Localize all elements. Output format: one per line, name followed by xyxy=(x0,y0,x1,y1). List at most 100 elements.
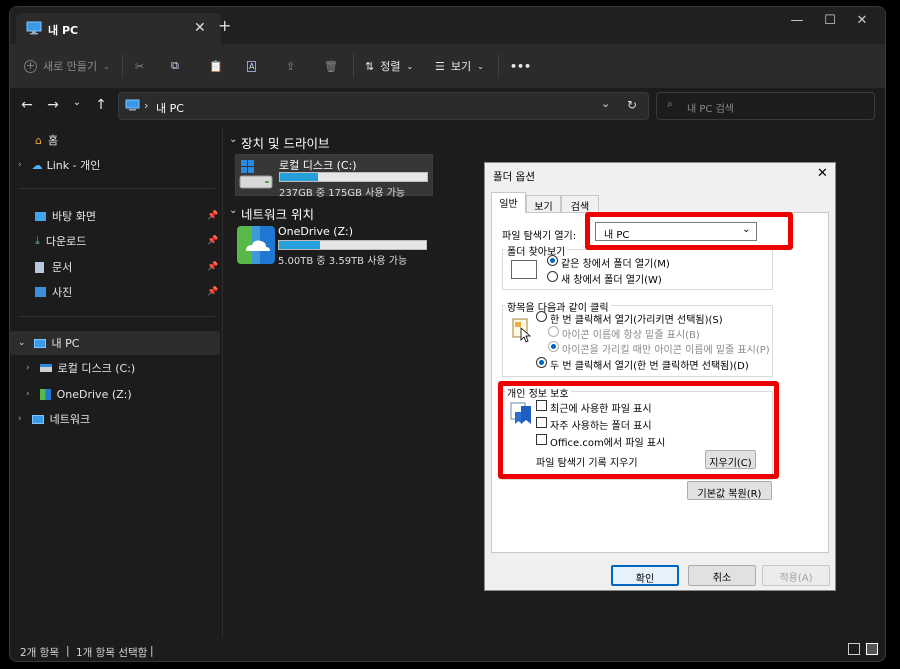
section-header-network[interactable]: 네트워크 위치 xyxy=(241,204,314,223)
drive-usage-bar xyxy=(279,172,428,182)
view-list-icon: ☰ xyxy=(435,59,445,73)
underline-hover-label: 아이콘을 가리킬 때만 아이콘 이름에 밑줄 표시(P) xyxy=(562,345,770,356)
ok-button[interactable]: 확인 xyxy=(611,565,679,586)
drive-icon xyxy=(39,364,52,372)
toolbar-divider xyxy=(122,54,123,78)
close-window-button[interactable]: ✕ xyxy=(839,13,885,37)
chevron-right-icon[interactable]: › xyxy=(18,414,22,424)
pin-icon[interactable]: 📌 xyxy=(207,262,218,272)
details-view-icon[interactable] xyxy=(848,643,860,655)
sidebar-item-pictures[interactable]: 사진 📌 xyxy=(10,280,220,304)
tab-general[interactable]: 일반 xyxy=(491,192,526,213)
status-separator: | xyxy=(150,645,154,657)
new-button[interactable]: + 새로 만들기 ⌄ xyxy=(24,54,110,78)
double-click-radio[interactable] xyxy=(536,357,547,368)
underline-hover-radio[interactable] xyxy=(548,341,559,352)
selected-count: 1개 항목 선택함 xyxy=(76,647,148,659)
new-window-radio[interactable] xyxy=(547,271,558,282)
up-button[interactable]: ↑ xyxy=(90,97,112,117)
recent-locations-button[interactable]: ⌄ xyxy=(66,97,88,117)
sidebar-divider xyxy=(20,316,215,317)
paste-button[interactable]: 📋 xyxy=(209,54,223,78)
sidebar-item-local-disk[interactable]: › 로컬 디스크 (C:) xyxy=(10,356,220,380)
chevron-right-icon[interactable]: › xyxy=(26,363,30,373)
pin-icon[interactable]: 📌 xyxy=(207,287,218,297)
share-button[interactable]: ⇪ xyxy=(286,54,295,78)
monitor-icon xyxy=(26,21,42,35)
rename-button[interactable]: A xyxy=(247,54,257,78)
single-click-label[interactable]: 한 번 클릭해서 열기(가리키면 선택됨)(S) xyxy=(550,311,723,326)
close-icon[interactable]: ✕ xyxy=(817,166,828,181)
drive-name: OneDrive (Z:) xyxy=(278,225,354,238)
general-tab-panel: 파일 탐색기 열기: 내 PC ⌄ 폴더 찾아보기 같은 창에서 폴더 열기(M… xyxy=(491,212,829,553)
sidebar-item-home[interactable]: ⌂ 홈 xyxy=(10,128,220,152)
drive-tile-c[interactable]: 로컬 디스크 (C:) 237GB 중 175GB 사용 가능 xyxy=(235,154,433,199)
underline-always-label: 아이콘 이름에 항상 밑줄 표시(B) xyxy=(562,330,700,341)
cancel-button[interactable]: 취소 xyxy=(688,565,756,586)
sidebar-item-downloads[interactable]: ⤓ 다운로드 📌 xyxy=(10,229,220,253)
sidebar-item-onedrive-z[interactable]: › OneDrive (Z:) xyxy=(10,382,220,406)
scissors-icon: ✂ xyxy=(135,59,145,73)
navigation-pane: ⌂ 홈 › ☁ Link - 개인 바탕 화면 📌 ⤓ 다운로드 📌 문서 📌 … xyxy=(10,128,222,638)
sidebar-item-desktop[interactable]: 바탕 화면 📌 xyxy=(10,204,220,228)
view-button[interactable]: ☰ 보기 ⌄ xyxy=(435,54,484,78)
tab-view[interactable]: 보기 xyxy=(526,195,561,213)
drive-tile-onedrive[interactable]: OneDrive (Z:) 5.00TB 중 3.59TB 사용 가능 xyxy=(235,224,433,267)
chevron-down-icon[interactable]: ⌄ xyxy=(229,134,237,145)
chevron-down-icon[interactable]: ⌄ xyxy=(229,205,237,216)
share-icon: ⇪ xyxy=(286,59,296,73)
monitor-icon xyxy=(33,338,46,348)
more-options-button[interactable]: ••• xyxy=(510,54,531,78)
sort-icon: ⇅ xyxy=(365,59,375,73)
double-click-label[interactable]: 두 번 클릭해서 열기(한 번 클릭하면 선택됨)(D) xyxy=(550,357,749,372)
onedrive-cloud-icon xyxy=(237,226,275,264)
forward-button[interactable]: → xyxy=(42,97,64,117)
chevron-down-icon: ⌄ xyxy=(103,61,110,71)
tab-title: 내 PC xyxy=(48,24,79,37)
picture-icon xyxy=(35,287,46,297)
chevron-down-icon: ⌄ xyxy=(477,61,484,71)
sidebar-item-network[interactable]: › 네트워크 xyxy=(10,407,220,431)
breadcrumb-this-pc[interactable]: 내 PC xyxy=(156,100,184,116)
copy-button[interactable]: ⧉ xyxy=(171,54,179,78)
sort-button[interactable]: ⇅ 정렬 ⌄ xyxy=(365,54,413,78)
address-bar[interactable]: › 내 PC ⌄ ↻ xyxy=(118,92,649,120)
sidebar-item-documents[interactable]: 문서 📌 xyxy=(10,255,220,279)
sidebar-item-onedrive-personal[interactable]: › ☁ Link - 개인 xyxy=(10,153,220,177)
download-icon: ⤓ xyxy=(35,234,40,247)
chevron-down-icon[interactable]: ⌄ xyxy=(18,338,26,348)
cut-button[interactable]: ✂ xyxy=(135,54,144,78)
new-button-label: 새로 만들기 xyxy=(43,60,98,73)
chevron-right-icon[interactable]: › xyxy=(18,160,22,170)
chevron-down-icon[interactable]: ⌄ xyxy=(601,97,610,110)
pin-icon[interactable]: 📌 xyxy=(207,236,218,246)
new-tab-button[interactable]: + xyxy=(218,16,231,35)
new-window-label[interactable]: 새 창에서 폴더 열기(W) xyxy=(561,271,662,286)
breadcrumb-separator: › xyxy=(144,99,149,112)
plus-circle-icon: + xyxy=(24,58,37,73)
same-window-radio[interactable] xyxy=(547,255,558,266)
sidebar-item-this-pc[interactable]: ⌄ 내 PC xyxy=(10,331,220,355)
search-box[interactable]: ⌕ 내 PC 검색 xyxy=(656,92,875,120)
chevron-right-icon[interactable]: › xyxy=(26,389,30,399)
pin-icon[interactable]: 📌 xyxy=(207,211,218,221)
windows-drive-icon xyxy=(239,160,273,189)
click-items-group: 항목을 다음과 같이 클릭 한 번 클릭해서 열기(가리키면 선택됨)(S) 아… xyxy=(502,299,773,377)
address-row: ← → ⌄ ↑ › 내 PC ⌄ ↻ ⌕ 내 PC 검색 xyxy=(10,88,885,128)
back-button[interactable]: ← xyxy=(16,97,38,117)
tab-this-pc[interactable]: 내 PC ✕ xyxy=(16,13,221,44)
tiles-view-icon[interactable] xyxy=(866,643,878,655)
refresh-icon[interactable]: ↻ xyxy=(627,98,637,112)
underline-always-radio[interactable] xyxy=(548,326,559,337)
section-header-devices[interactable]: 장치 및 드라이브 xyxy=(241,133,329,152)
single-click-radio[interactable] xyxy=(536,311,547,322)
sidebar-item-label: 로컬 디스크 (C:) xyxy=(57,362,136,375)
tab-search[interactable]: 검색 xyxy=(561,195,599,213)
folder-options-dialog: 폴더 옵션 ✕ 일반 보기 검색 파일 탐색기 열기: 내 PC ⌄ 폴더 찾아… xyxy=(484,162,836,591)
same-window-label[interactable]: 같은 창에서 폴더 열기(M) xyxy=(561,255,670,270)
chevron-down-icon: ⌄ xyxy=(406,61,414,71)
delete-button[interactable]: 🗑 xyxy=(324,54,338,78)
close-tab-icon[interactable]: ✕ xyxy=(194,20,206,36)
restore-defaults-button[interactable]: 기본값 복원(R) xyxy=(687,481,772,500)
apply-button[interactable]: 적용(A) xyxy=(762,565,830,586)
